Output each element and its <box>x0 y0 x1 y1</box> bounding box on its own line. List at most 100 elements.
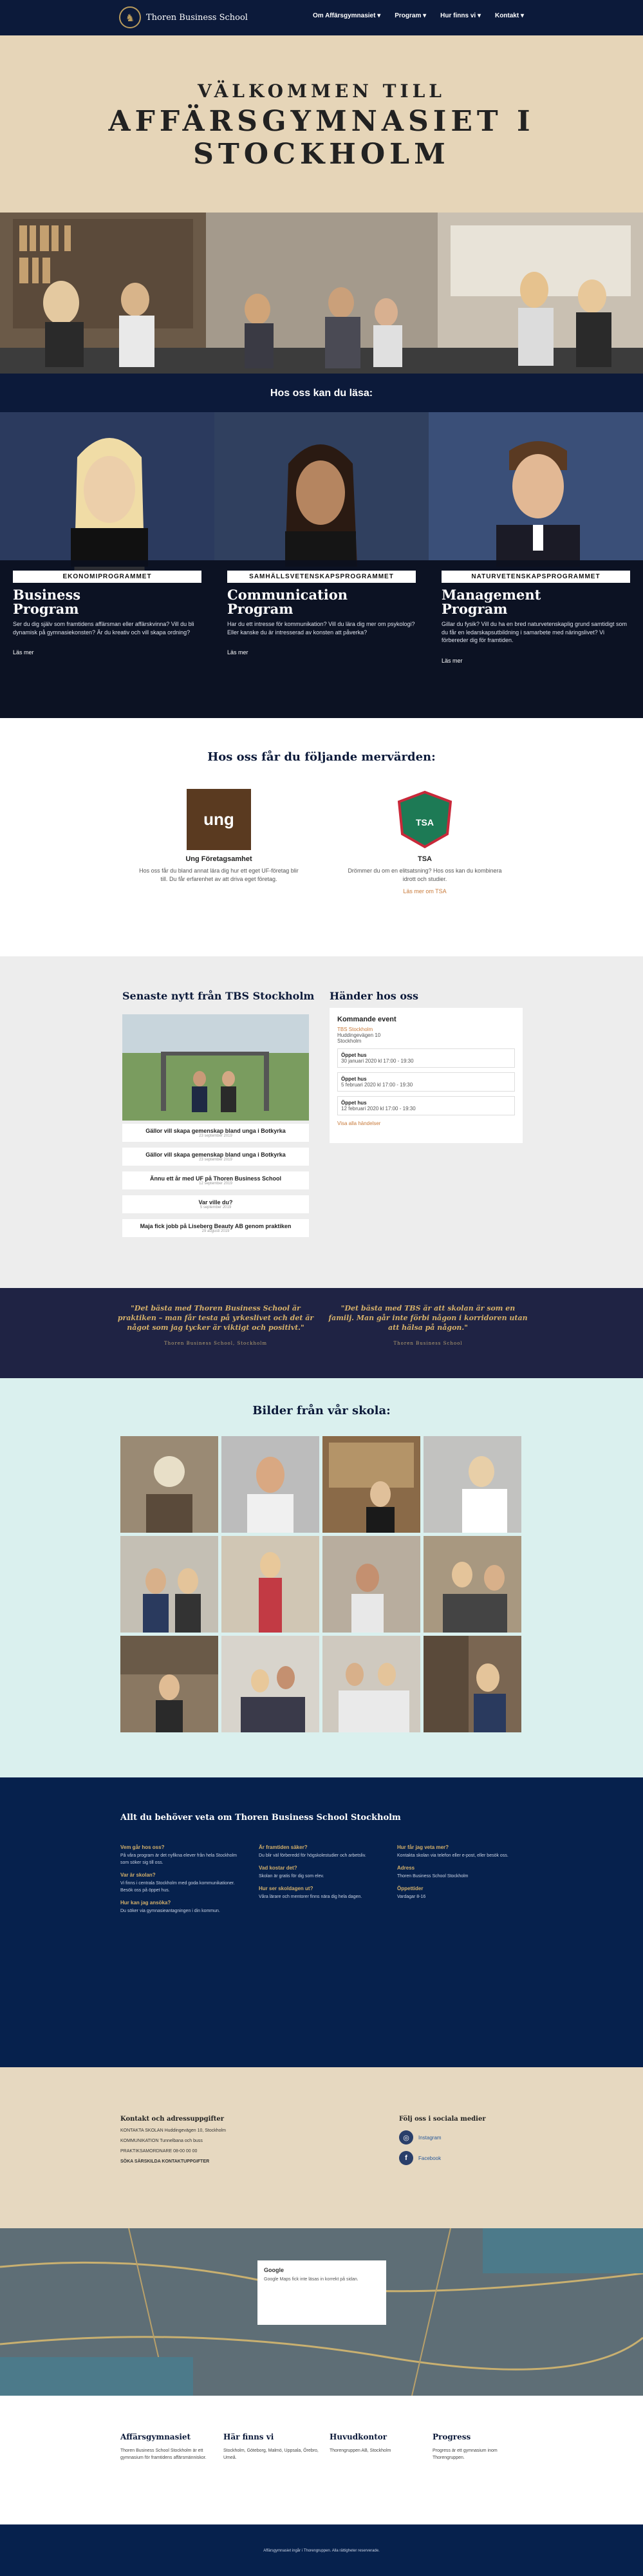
gallery-photo[interactable] <box>221 1536 319 1633</box>
social-links: Följ oss i sociala medier ◎ Instagram f … <box>399 2116 528 2165</box>
event-item[interactable]: Öppet hus 30 januari 2020 kl 17:00 - 19:3… <box>337 1048 515 1068</box>
faq-question: Vem går hos oss? <box>120 1844 165 1850</box>
nav-item-om[interactable]: Om Affärsgymnasiet ▾ <box>313 12 380 19</box>
program-overlay: EKONOMIPROGRAMMET Business Program Ser du… <box>0 560 214 718</box>
program-card-management[interactable]: NATURVETENSKAPSPROGRAMMET Management Prog… <box>429 412 643 718</box>
faq-answer: Du söker via gymnasieantagningen i din k… <box>120 1909 220 1914</box>
program-name: Communication Program <box>227 587 348 618</box>
faq-question: Öppettider <box>397 1885 424 1891</box>
news-item[interactable]: Var ville du? 5 september 2019 <box>122 1195 309 1213</box>
faq-column-3: Hur får jag veta mer? Kontakta skolan via… <box>397 1839 519 1900</box>
program-card-communication[interactable]: SAMHÄLLSVETENSKAPSPROGRAMMET Communicati… <box>214 412 429 718</box>
gallery-heading: Bilder från vår skola: <box>252 1404 391 1417</box>
gallery-photo[interactable] <box>221 1636 319 1732</box>
gallery-photo[interactable] <box>424 1636 521 1732</box>
faq-column-2: Är framtiden säker? Du blir väl förberedd… <box>259 1839 381 1900</box>
footer-col: Affärsgymnasiet Thoren Business School St… <box>120 2432 207 2461</box>
students-photo <box>0 213 643 374</box>
instagram-link[interactable]: ◎ Instagram <box>399 2130 528 2145</box>
gallery-photo[interactable] <box>424 1436 521 1533</box>
faq-answer: Du blir väl förberedd för högskolestudie… <box>259 1853 366 1858</box>
footer-col: Här finns vi Stockholm, Göteborg, Malmö, … <box>223 2432 319 2461</box>
contact-line: KONTAKTA SKOLAN Huddingevägen 10, Stockh… <box>120 2128 226 2133</box>
news-featured-image[interactable] <box>122 1014 309 1121</box>
faq-answer: Thoren Business School Stockholm <box>397 1873 469 1879</box>
events-subheading: Kommande event <box>337 1016 396 1023</box>
tsa-link[interactable]: Läs mer om TSA <box>341 887 508 896</box>
gallery-photo[interactable] <box>322 1536 420 1633</box>
instagram-icon: ◎ <box>399 2130 413 2145</box>
crest-icon: ♞ <box>119 6 141 28</box>
program-read-more-link[interactable]: Läs mer <box>227 649 416 656</box>
value-description: Drömmer du om en elitsatsning? Hos oss k… <box>348 867 502 883</box>
events-heading: Händer hos oss <box>330 990 419 1002</box>
footer-col: Progress Progress är ett gymnasium inom T… <box>433 2432 498 2461</box>
quotes-section: "Det bästa med Thoren Business School är… <box>0 1288 643 1378</box>
contact-heading: Kontakt och adressuppgifter <box>120 2116 225 2123</box>
events-all-link[interactable]: Visa alla händelser <box>337 1121 515 1126</box>
faq-question: Vad kostar det? <box>259 1864 297 1871</box>
event-item[interactable]: Öppet hus 5 februari 2020 kl 17:00 - 19:3… <box>337 1072 515 1092</box>
faq-answer: Vardagar 8-16 <box>397 1894 426 1899</box>
programs-section: EKONOMIPROGRAMMET Business Program Ser du… <box>0 412 643 718</box>
value-ung-foretagsamhet: ung Ung Företagsamhet Hos oss får du bla… <box>135 789 303 884</box>
faq-answer: Skolan är gratis för dig som elev. <box>259 1873 324 1879</box>
program-read-more-link[interactable]: Läs mer <box>442 658 630 664</box>
facebook-link[interactable]: f Facebook <box>399 2151 528 2165</box>
events-venue-link[interactable]: TBS Stockholm <box>337 1027 515 1032</box>
program-card-business[interactable]: EKONOMIPROGRAMMET Business Program Ser du… <box>0 412 214 718</box>
quote-1: "Det bästa med Thoren Business School är… <box>116 1304 315 1347</box>
program-description: Gillar du fysik? Vill du ha en bred natu… <box>442 621 627 644</box>
news-item[interactable]: Ännu ett år med UF på Thoren Business Sc… <box>122 1171 309 1189</box>
ung-logo: ung <box>187 789 251 850</box>
program-name: Management Program <box>442 587 541 618</box>
gallery-photo[interactable] <box>424 1536 521 1633</box>
program-read-more-link[interactable]: Läs mer <box>13 649 201 656</box>
faq-answer: Vi finns i centrala Stockholm med goda k… <box>120 1880 235 1893</box>
hero-title-line1: AFFÄRSGYMNASIET I <box>108 105 535 138</box>
program-overlay: NATURVETENSKAPSPROGRAMMET Management Prog… <box>429 560 643 718</box>
svg-text:TSA: TSA <box>416 817 434 828</box>
programs-heading: Hos oss kan du läsa: <box>0 374 643 412</box>
news-item[interactable]: Gällor vill skapa gemenskap bland unga i… <box>122 1124 309 1142</box>
gallery-photo[interactable] <box>120 1436 218 1533</box>
news-events-section: Senaste nytt från TBS Stockholm Händer h… <box>0 956 643 1288</box>
facebook-icon: f <box>399 2151 413 2165</box>
contact-section: Kontakt och adressuppgifter KONTAKTA SKO… <box>0 2067 643 2228</box>
news-item[interactable]: Maja fick jobb på Liseberg Beauty AB gen… <box>122 1219 309 1237</box>
value-title: TSA <box>418 855 432 863</box>
event-item[interactable]: Öppet hus 12 februari 2020 kl 17:00 - 19:… <box>337 1096 515 1115</box>
nav-item-kontakt[interactable]: Kontakt ▾ <box>495 12 524 19</box>
news-item[interactable]: Gällor vill skapa gemenskap bland unga i… <box>122 1148 309 1166</box>
value-tsa: TSA TSA Drömmer du om en elitsatsning? H… <box>341 789 508 896</box>
events-address: Huddingevägen 10 <box>337 1032 381 1038</box>
faq-heading: Allt du behöver veta om Thoren Business … <box>120 1813 401 1823</box>
value-description: Hos oss får du bland annat lära dig hur … <box>139 867 299 883</box>
hero-title-line2: STOCKHOLM <box>193 137 450 171</box>
gallery-photo[interactable] <box>322 1636 420 1732</box>
program-name: Business Program <box>13 587 81 618</box>
nav-item-hur-finns-vi[interactable]: Hur finns vi ▾ <box>440 12 481 19</box>
gallery-photo[interactable] <box>120 1636 218 1732</box>
faq-question: Är framtiden säker? <box>259 1844 308 1850</box>
contact-details: Kontakt och adressuppgifter KONTAKTA SKO… <box>120 2116 365 2164</box>
gallery-section: Bilder från vår skola: <box>0 1378 643 1777</box>
gallery-photo[interactable] <box>221 1436 319 1533</box>
nav-item-program[interactable]: Program ▾ <box>395 12 426 19</box>
value-title: Ung Företagsamhet <box>185 855 252 863</box>
contact-line[interactable]: SÖKA SÄRSKILDA KONTAKTUPPGIFTER <box>120 2159 365 2164</box>
faq-column-1: Vem går hos oss? På våra program är det n… <box>120 1839 243 1915</box>
events-city: Stockholm <box>337 1038 362 1044</box>
map-embed[interactable]: Google Google Maps fick inte läsas in ko… <box>0 2228 643 2396</box>
news-heading: Senaste nytt från TBS Stockholm <box>122 990 315 1002</box>
quote-author: Thoren Business School, Stockholm <box>163 1340 268 1346</box>
gallery-photo[interactable] <box>120 1536 218 1633</box>
quote-2: "Det bästa med TBS är att skolan är som … <box>328 1304 528 1346</box>
gallery-photo[interactable] <box>322 1436 420 1533</box>
site-logo[interactable]: ♞ Thoren Business School <box>119 6 248 28</box>
events-panel: Kommande event TBS Stockholm Huddingeväg… <box>330 1008 523 1143</box>
values-section: Hos oss får du följande mervärden: ung U… <box>0 718 643 956</box>
tsa-logo: TSA <box>393 789 457 850</box>
program-description: Har du ett intresse för kommunikation? V… <box>227 621 415 636</box>
program-tag: SAMHÄLLSVETENSKAPSPROGRAMMET <box>227 571 416 583</box>
